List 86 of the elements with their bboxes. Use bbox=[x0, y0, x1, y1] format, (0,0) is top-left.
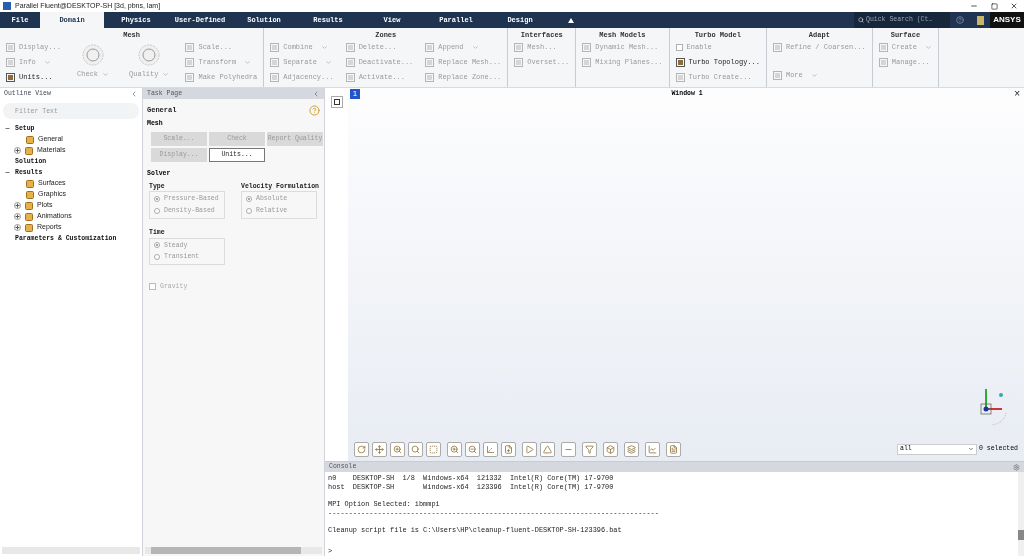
collapse-icon[interactable] bbox=[4, 170, 11, 175]
tool-icon bbox=[582, 43, 592, 52]
tool-icon bbox=[514, 58, 524, 67]
toolbar-icon bbox=[606, 444, 615, 454]
view-toggle-icon[interactable] bbox=[330, 96, 343, 108]
app-icon bbox=[3, 2, 11, 10]
collapse-panel-icon[interactable] bbox=[130, 89, 138, 98]
toolbar-icon bbox=[393, 444, 402, 454]
radio-button[interactable] bbox=[154, 254, 160, 261]
toolbar-button[interactable] bbox=[483, 441, 498, 457]
tool-icon bbox=[345, 43, 355, 52]
checkbox bbox=[675, 44, 683, 51]
tool-icon bbox=[185, 43, 195, 52]
radio-button[interactable] bbox=[154, 196, 160, 203]
tool-icon bbox=[425, 58, 435, 67]
collapse-panel-icon[interactable] bbox=[312, 89, 320, 98]
expand-icon[interactable] bbox=[14, 147, 21, 154]
notebook-icon[interactable] bbox=[976, 15, 984, 25]
caret-icon bbox=[968, 446, 974, 452]
expand-icon[interactable] bbox=[14, 213, 21, 220]
tool-icon bbox=[425, 43, 435, 52]
settings-icon[interactable] bbox=[1013, 463, 1020, 471]
toolbar-button[interactable] bbox=[540, 441, 555, 457]
toolbar-icon bbox=[411, 444, 420, 454]
radio-button[interactable] bbox=[154, 242, 160, 249]
toolbar-button[interactable] bbox=[426, 441, 441, 457]
tool-icon bbox=[345, 73, 355, 82]
toolbar-button[interactable] bbox=[666, 441, 681, 457]
tool-icon bbox=[675, 73, 685, 82]
tool-icon bbox=[185, 73, 195, 82]
radio-button[interactable] bbox=[154, 207, 160, 214]
tool-icon bbox=[6, 43, 15, 52]
toolbar-button[interactable] bbox=[561, 441, 576, 457]
tool-icon bbox=[270, 73, 280, 82]
tool-icon bbox=[270, 58, 280, 67]
toolbar-icon bbox=[357, 444, 366, 454]
toolbar-button[interactable] bbox=[522, 441, 537, 457]
tool-icon bbox=[6, 73, 15, 82]
toolbar-button[interactable] bbox=[372, 441, 387, 457]
toolbar-icon bbox=[627, 444, 636, 454]
brand-logo: ANSYS bbox=[990, 12, 1024, 28]
radio-button[interactable] bbox=[246, 196, 252, 203]
toolbar-icon bbox=[429, 444, 438, 454]
collapse-ribbon-icon[interactable] bbox=[568, 17, 574, 23]
tool-icon bbox=[878, 58, 888, 67]
window-badge: 1 bbox=[350, 88, 360, 99]
search-icon bbox=[858, 16, 864, 24]
tool-icon bbox=[425, 73, 435, 82]
toolbar-icon bbox=[648, 444, 657, 454]
help-icon[interactable] bbox=[956, 16, 965, 24]
scrollbar-thumb[interactable] bbox=[1018, 530, 1024, 540]
toolbar-icon bbox=[468, 444, 477, 454]
toolbar-icon bbox=[450, 444, 459, 454]
scrollbar-thumb[interactable] bbox=[151, 547, 301, 554]
tool-icon bbox=[270, 43, 280, 52]
toolbar-icon bbox=[504, 444, 513, 454]
tool-icon bbox=[675, 58, 685, 67]
toolbar-button[interactable] bbox=[624, 441, 639, 457]
toolbar-icon bbox=[585, 444, 594, 454]
expand-icon[interactable] bbox=[14, 202, 21, 209]
toolbar-button[interactable] bbox=[582, 441, 597, 457]
tool-icon bbox=[772, 43, 782, 52]
toolbar-icon bbox=[669, 444, 678, 454]
tool-icon bbox=[582, 58, 592, 67]
toolbar-button[interactable] bbox=[465, 441, 480, 457]
tool-icon bbox=[514, 43, 524, 52]
toolbar-button[interactable] bbox=[501, 441, 516, 457]
toolbar-button[interactable] bbox=[354, 441, 369, 457]
checkbox[interactable] bbox=[149, 283, 156, 291]
collapse-icon[interactable] bbox=[4, 126, 11, 131]
toolbar-icon bbox=[375, 444, 384, 454]
expand-icon[interactable] bbox=[14, 224, 21, 231]
tool-icon bbox=[345, 58, 355, 67]
toolbar-icon bbox=[486, 444, 495, 454]
toolbar-button[interactable] bbox=[603, 441, 618, 457]
toolbar-button[interactable] bbox=[390, 441, 405, 457]
close-button[interactable]: × bbox=[1014, 88, 1020, 99]
tool-icon bbox=[6, 58, 15, 67]
toolbar-button[interactable] bbox=[447, 441, 462, 457]
tool-icon bbox=[185, 58, 195, 67]
radio-button[interactable] bbox=[246, 207, 252, 214]
toolbar-button[interactable] bbox=[408, 441, 423, 457]
tool-icon bbox=[878, 43, 888, 52]
toolbar-button[interactable] bbox=[645, 441, 660, 457]
help-icon[interactable] bbox=[309, 105, 320, 116]
tool-icon bbox=[772, 71, 782, 80]
